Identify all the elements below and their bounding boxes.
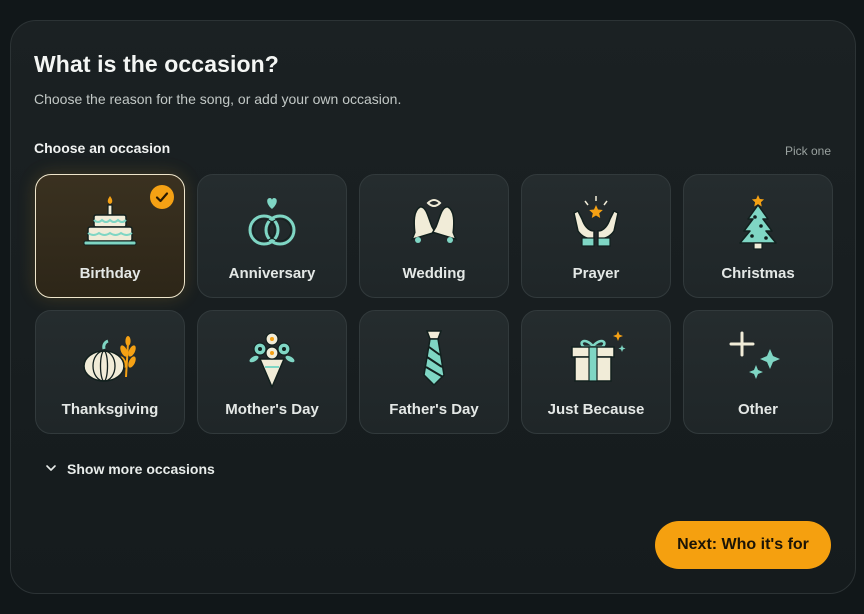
selected-check-icon <box>150 185 174 209</box>
pick-one-hint: Pick one <box>784 144 831 158</box>
occasion-label: Other <box>737 401 778 418</box>
next-button[interactable]: Next: Who it's for <box>655 521 831 569</box>
show-more-label: Show more occasions <box>67 461 215 477</box>
occasion-label: Christmas <box>721 265 795 282</box>
occasion-label: Mother's Day <box>225 401 319 418</box>
chevron-down-icon <box>45 461 57 477</box>
cake-icon <box>80 193 140 253</box>
praying-hands-icon <box>566 193 626 253</box>
occasion-card-just-because[interactable]: Just Because <box>521 310 671 434</box>
occasion-label: Prayer <box>572 265 620 282</box>
occasion-card-other[interactable]: Other <box>683 310 833 434</box>
occasion-card-anniversary[interactable]: Anniversary <box>197 174 347 298</box>
occasion-label: Wedding <box>402 265 466 282</box>
occasion-card-thanksgiving[interactable]: Thanksgiving <box>35 310 185 434</box>
occasion-label: Thanksgiving <box>61 401 159 418</box>
sparkles-icon <box>728 329 788 389</box>
occasion-card-christmas[interactable]: Christmas <box>683 174 833 298</box>
occasion-card-prayer[interactable]: Prayer <box>521 174 671 298</box>
occasion-card-fathers-day[interactable]: Father's Day <box>359 310 509 434</box>
rings-icon <box>242 193 302 253</box>
occasion-grid: Birthday Anniversary Wedding Prayer Chri… <box>35 174 833 434</box>
page-subtitle: Choose the reason for the song, or add y… <box>34 91 402 107</box>
gift-icon <box>566 329 626 389</box>
christmas-tree-icon <box>728 193 788 253</box>
occasion-card-birthday[interactable]: Birthday <box>35 174 185 298</box>
section-label: Choose an occasion <box>34 140 171 156</box>
occasion-label: Just Because <box>547 401 645 418</box>
occasion-label: Birthday <box>79 265 141 282</box>
bells-icon <box>404 193 464 253</box>
occasion-label: Father's Day <box>389 401 479 418</box>
show-more-occasions-toggle[interactable]: Show more occasions <box>45 461 215 477</box>
occasion-card-mothers-day[interactable]: Mother's Day <box>197 310 347 434</box>
pumpkin-icon <box>80 329 140 389</box>
page-title: What is the occasion? <box>34 51 279 77</box>
occasion-panel: What is the occasion? Choose the reason … <box>10 20 856 594</box>
occasion-label: Anniversary <box>228 265 316 282</box>
bouquet-icon <box>242 329 302 389</box>
occasion-card-wedding[interactable]: Wedding <box>359 174 509 298</box>
necktie-icon <box>404 329 464 389</box>
